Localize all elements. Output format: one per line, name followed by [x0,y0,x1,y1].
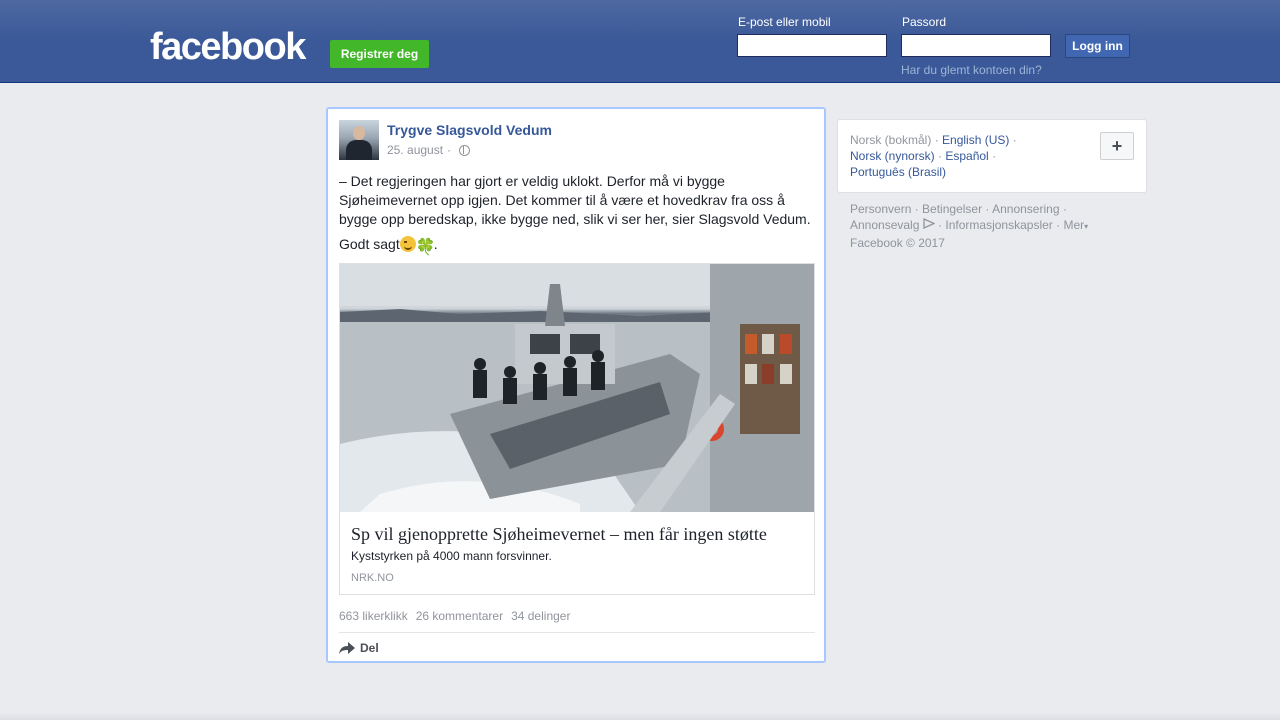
footer-link-cookies[interactable]: Informasjonskapsler [945,218,1052,232]
meta-separator: · [447,143,452,157]
post-card: Trygve Slagsvold Vedum 25. august · – De… [326,107,826,663]
comments-count[interactable]: 26 kommentarer [416,609,503,623]
bottom-shade [0,712,1280,720]
share-label: Del [360,641,379,655]
footer-links: Personvern · Betingelser · Annonsering ·… [850,202,1089,250]
post-paragraph: – Det regjeringen har gjort er veldig uk… [339,173,811,227]
post-paragraph-2-end: . [433,236,438,252]
post-meta: 25. august · [387,143,471,157]
password-field[interactable] [901,34,1051,57]
winking-face-emoji-icon [399,236,416,252]
copyright: Facebook © 2017 [850,236,945,250]
footer-link-advertising[interactable]: Annonsering [992,202,1059,216]
footer-link-more[interactable]: Mer [1063,218,1084,232]
link-preview-body[interactable]: Sp vil gjenopprette Sjøheimevernet – men… [340,512,814,594]
post-author-link[interactable]: Trygve Slagsvold Vedum [387,122,552,138]
footer-link-terms[interactable]: Betingelser [922,202,982,216]
link-domain: NRK.NO [351,572,394,584]
top-bar: facebook Registrer deg E-post eller mobi… [0,0,1280,83]
four-leaf-clover-emoji-icon: 🍀 [415,239,436,256]
globe-icon[interactable] [459,144,471,156]
divider [339,632,815,633]
post-date-link[interactable]: 25. august [387,143,443,157]
language-current: Norsk (bokmål) [850,133,932,147]
post-paragraph-2: Godt sagt 🍀. [339,235,819,256]
footer-link-privacy[interactable]: Personvern [850,202,911,216]
more-languages-button[interactable]: + [1100,132,1134,160]
share-button[interactable]: Del [339,641,379,655]
shares-count[interactable]: 34 delinger [511,609,570,623]
email-field[interactable] [737,34,887,57]
boat-photo-illustration [340,264,814,512]
language-espanol[interactable]: Español [945,149,988,163]
link-description: Kyststyrken på 4000 mann forsvinner. [351,549,552,563]
post-stats: 663 likerklikk 26 kommentarer 34 delinge… [339,609,570,623]
link-preview-image[interactable] [340,264,814,512]
caret-down-icon: ▾ [1084,222,1089,231]
post-text: – Det regjeringen har gjort er veldig uk… [339,172,819,256]
language-list: Norsk (bokmål) · English (US) · Norsk (n… [850,133,1017,179]
adchoices-icon [923,217,936,230]
likes-count[interactable]: 663 likerklikk [339,609,408,623]
language-portugues-brasil[interactable]: Português (Brasil) [850,165,946,179]
facebook-logo[interactable]: facebook [150,26,306,68]
post-paragraph-2-text: Godt sagt [339,236,400,252]
link-title[interactable]: Sp vil gjenopprette Sjøheimevernet – men… [351,523,803,545]
forgot-account-link[interactable]: Har du glemt kontoen din? [901,63,1042,77]
register-button[interactable]: Registrer deg [330,40,429,68]
link-preview-card[interactable]: Sp vil gjenopprette Sjøheimevernet – men… [339,263,815,595]
password-label: Passord [902,15,947,29]
share-arrow-icon [339,642,355,654]
language-english-us[interactable]: English (US) [942,133,1009,147]
plus-icon: + [1111,136,1123,156]
email-label: E-post eller mobil [738,15,831,29]
language-selector-box: Norsk (bokmål) · English (US) · Norsk (n… [837,119,1147,193]
language-norsk-nynorsk[interactable]: Norsk (nynorsk) [850,149,935,163]
author-avatar[interactable] [339,120,379,160]
footer-link-adchoices[interactable]: Annonsevalg [850,218,919,232]
login-button[interactable]: Logg inn [1065,34,1130,58]
